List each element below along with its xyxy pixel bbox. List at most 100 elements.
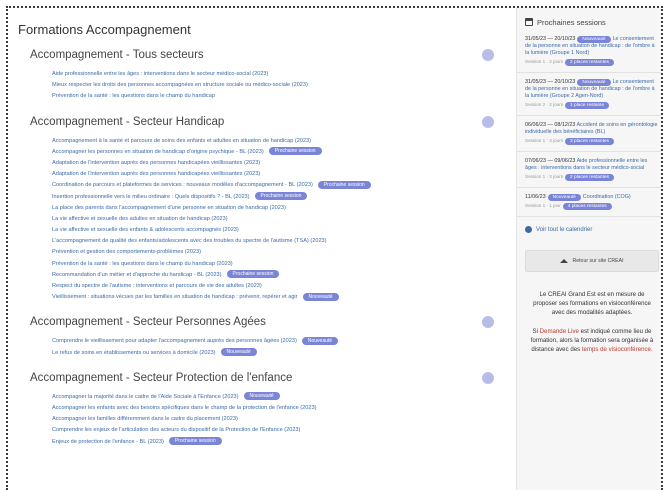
course-link[interactable]: Accompagnement à la santé et parcours de…: [52, 136, 498, 147]
session-meta: Session 1 · 2 jours 2 places restantes: [525, 58, 659, 66]
course-link[interactable]: Aide professionnelle entre les âges : in…: [52, 69, 498, 80]
session-meta-text: Session 2 · 2 jours: [525, 102, 564, 107]
session-date: 31/05/23 — 20/10/23: [525, 36, 576, 42]
page-title: Formations Accompagnement: [18, 22, 191, 37]
section-heading[interactable]: Accompagnement - Tous secteurs: [18, 47, 498, 63]
return-button-label: Retour sur site CREAI: [572, 258, 624, 264]
course-link[interactable]: Le refus de soins en établissements ou s…: [52, 348, 498, 359]
course-link-text: Accompagner la majorité dans le cadre de…: [52, 393, 239, 400]
course-link[interactable]: L'accompagnement de qualité des enfants/…: [52, 236, 498, 247]
globe-icon: [525, 226, 532, 233]
sidebar-heading-text: Prochaines sessions: [537, 17, 606, 27]
course-link[interactable]: Enjeux de protection de l'enfance - BL (…: [52, 437, 498, 448]
session-tag: Nouveauté: [547, 194, 581, 201]
promo-line-1: Le CREAI Grand Est est en mesure de prop…: [533, 291, 651, 317]
course-link-text: Prévention et gestion des comportements-…: [52, 249, 201, 256]
section-heading[interactable]: Accompagnement - Secteur Protection de l…: [18, 370, 498, 386]
course-link[interactable]: Accompagner les enfants avec des besoins…: [52, 403, 498, 414]
course-link-text: Comprendre les enjeux de l'articulation …: [52, 427, 301, 434]
course-link[interactable]: Recommandation d'un métier et d'approche…: [52, 270, 498, 281]
course-link[interactable]: Prévention de la santé : les questions d…: [52, 91, 498, 102]
session-item[interactable]: 11/06/23 Nouveauté Coordination (COG) Sessi…: [517, 188, 661, 217]
session-meta-text: Session 1 · 2 jours: [525, 59, 564, 64]
section-heading[interactable]: Accompagnement - Secteur Handicap: [18, 114, 498, 130]
calendar-link-label: Voir tout le calendrier: [536, 226, 593, 233]
course-link[interactable]: Insertion professionnelle vers le milieu…: [52, 192, 498, 203]
course-badge: Prochaine session: [226, 270, 280, 279]
course-link[interactable]: Accompagner les familles différemment da…: [52, 414, 498, 425]
session-item[interactable]: 07/06/23 — 09/06/23 Aide professionnelle…: [517, 152, 661, 188]
course-link[interactable]: La place des parents dans l'accompagneme…: [52, 203, 498, 214]
course-link-text: Le refus de soins en établissements ou s…: [52, 349, 216, 356]
session-item[interactable]: 06/06/23 — 08/12/23 Accident de soins en…: [517, 116, 661, 152]
session-title: Coordination (COG): [582, 194, 631, 200]
course-badge: Prochaine session: [317, 180, 371, 189]
course-link-text: Adaptation de l'intervention auprès des …: [52, 171, 261, 178]
course-link-text: Prévention de la santé : les questions d…: [52, 260, 233, 267]
course-link[interactable]: Prévention de la santé : les questions d…: [52, 259, 498, 270]
session-item[interactable]: 31/05/23 — 20/10/23 Nouveauté Le consentem…: [517, 73, 661, 116]
return-to-site-button[interactable]: Retour sur site CREAI: [525, 250, 659, 272]
session-date: 11/06/23: [525, 194, 546, 200]
session-meta-text: Session 1 · 1 jour: [525, 203, 561, 208]
course-link-text: Accompagner les familles différemment da…: [52, 416, 238, 423]
course-link[interactable]: Vieillissement : situations vécues par l…: [52, 292, 498, 303]
course-link-text: L'accompagnement de qualité des enfants/…: [52, 238, 327, 245]
course-link[interactable]: Accompagner les personnes en situation d…: [52, 147, 498, 158]
course-link[interactable]: Accompagner la majorité dans le cadre de…: [52, 392, 498, 403]
course-link-text: Vieillissement : situations vécues par l…: [52, 294, 298, 301]
course-link-text: Respect du spectre de l'autisme : interv…: [52, 283, 262, 289]
promo-demande-live: Demande Live: [539, 327, 579, 335]
course-link[interactable]: Coordination de parcours et plateformes …: [52, 180, 498, 191]
session-date: 06/06/23 — 08/12/23: [525, 122, 576, 128]
session-meta: Session 1 · 3 jours 3 places restantes: [525, 137, 659, 145]
sidebar: Prochaines sessions 31/05/23 — 20/10/23 N…: [516, 8, 661, 490]
main-content: Formations Accompagnement Accompagnement…: [8, 8, 498, 490]
session-meta-text: Session 1 · 3 jours: [525, 174, 564, 179]
course-link[interactable]: Prévention et gestion des comportements-…: [52, 247, 498, 258]
visio-promo: Le CREAI Grand Est est en mesure de prop…: [517, 272, 661, 355]
course-link-text: Adaptation de l'intervention auprès des …: [52, 159, 261, 166]
home-icon: [560, 259, 569, 263]
course-link-text: La vie affective et sexuelle des enfants…: [52, 227, 239, 234]
course-link[interactable]: Comprendre le vieillissement pour adapte…: [52, 336, 498, 347]
course-link[interactable]: Adaptation de l'intervention auprès des …: [52, 169, 498, 180]
promo-line-2: Si Demande Live est indiqué comme lieu d…: [529, 327, 655, 355]
course-link-text: La vie affective et sexuelle des adultes…: [52, 215, 228, 222]
course-link-text: Coordination de parcours et plateformes …: [52, 182, 313, 189]
page-frame: Formations Accompagnement Accompagnement…: [6, 6, 663, 490]
section-heading-text: Accompagnement - Secteur Handicap: [30, 115, 225, 128]
section-toggle-badge[interactable]: [482, 316, 494, 329]
course-badge: Prochaine session: [254, 192, 308, 201]
course-link-text: Accompagner les personnes en situation d…: [52, 148, 264, 155]
course-link[interactable]: Respect du spectre de l'autisme : interv…: [52, 281, 498, 292]
course-link-text: Aide professionnelle entre les âges : in…: [52, 71, 269, 77]
section: Accompagnement - Secteur Protection de l…: [18, 370, 498, 448]
session-date: 31/05/23 — 20/10/23: [525, 79, 576, 85]
course-badge: Nouveauté: [302, 292, 339, 301]
calendar-link[interactable]: Voir tout le calendrier: [517, 217, 661, 242]
course-link-text: Enjeux de protection de l'enfance - BL (…: [52, 438, 164, 445]
course-link-text: Mieux respecter les droits des personnes…: [52, 82, 308, 89]
session-meta-text: Session 1 · 3 jours: [525, 138, 564, 143]
section: Accompagnement - Secteur Personnes Agées…: [18, 314, 498, 358]
session-item[interactable]: 31/05/23 — 20/10/23 Nouveauté Le consentem…: [517, 30, 661, 73]
course-list: Comprendre le vieillissement pour adapte…: [18, 336, 498, 358]
session-meta: Session 2 · 2 jours 1 place restante: [525, 101, 659, 109]
session-meta: Session 1 · 3 jours 2 places restantes: [525, 173, 659, 181]
course-badge: Prochaine session: [168, 437, 222, 446]
session-tag: Nouveauté: [577, 79, 611, 86]
section-toggle-badge[interactable]: [482, 371, 494, 384]
course-link[interactable]: Mieux respecter les droits des personnes…: [52, 80, 498, 91]
course-badge: Nouveauté: [243, 392, 280, 401]
course-link[interactable]: La vie affective et sexuelle des adultes…: [52, 214, 498, 225]
section-toggle-badge[interactable]: [482, 115, 494, 128]
column-gutter: [498, 8, 516, 490]
course-link[interactable]: Comprendre les enjeux de l'articulation …: [52, 425, 498, 436]
course-link[interactable]: La vie affective et sexuelle des enfants…: [52, 225, 498, 236]
section-heading[interactable]: Accompagnement - Secteur Personnes Agées: [18, 314, 498, 330]
section-toggle-badge[interactable]: [482, 49, 494, 61]
section-heading-text: Accompagnement - Secteur Personnes Agées: [30, 316, 266, 329]
course-link[interactable]: Adaptation de l'intervention auprès des …: [52, 158, 498, 169]
session-date: 07/06/23 — 09/06/23: [525, 158, 576, 164]
